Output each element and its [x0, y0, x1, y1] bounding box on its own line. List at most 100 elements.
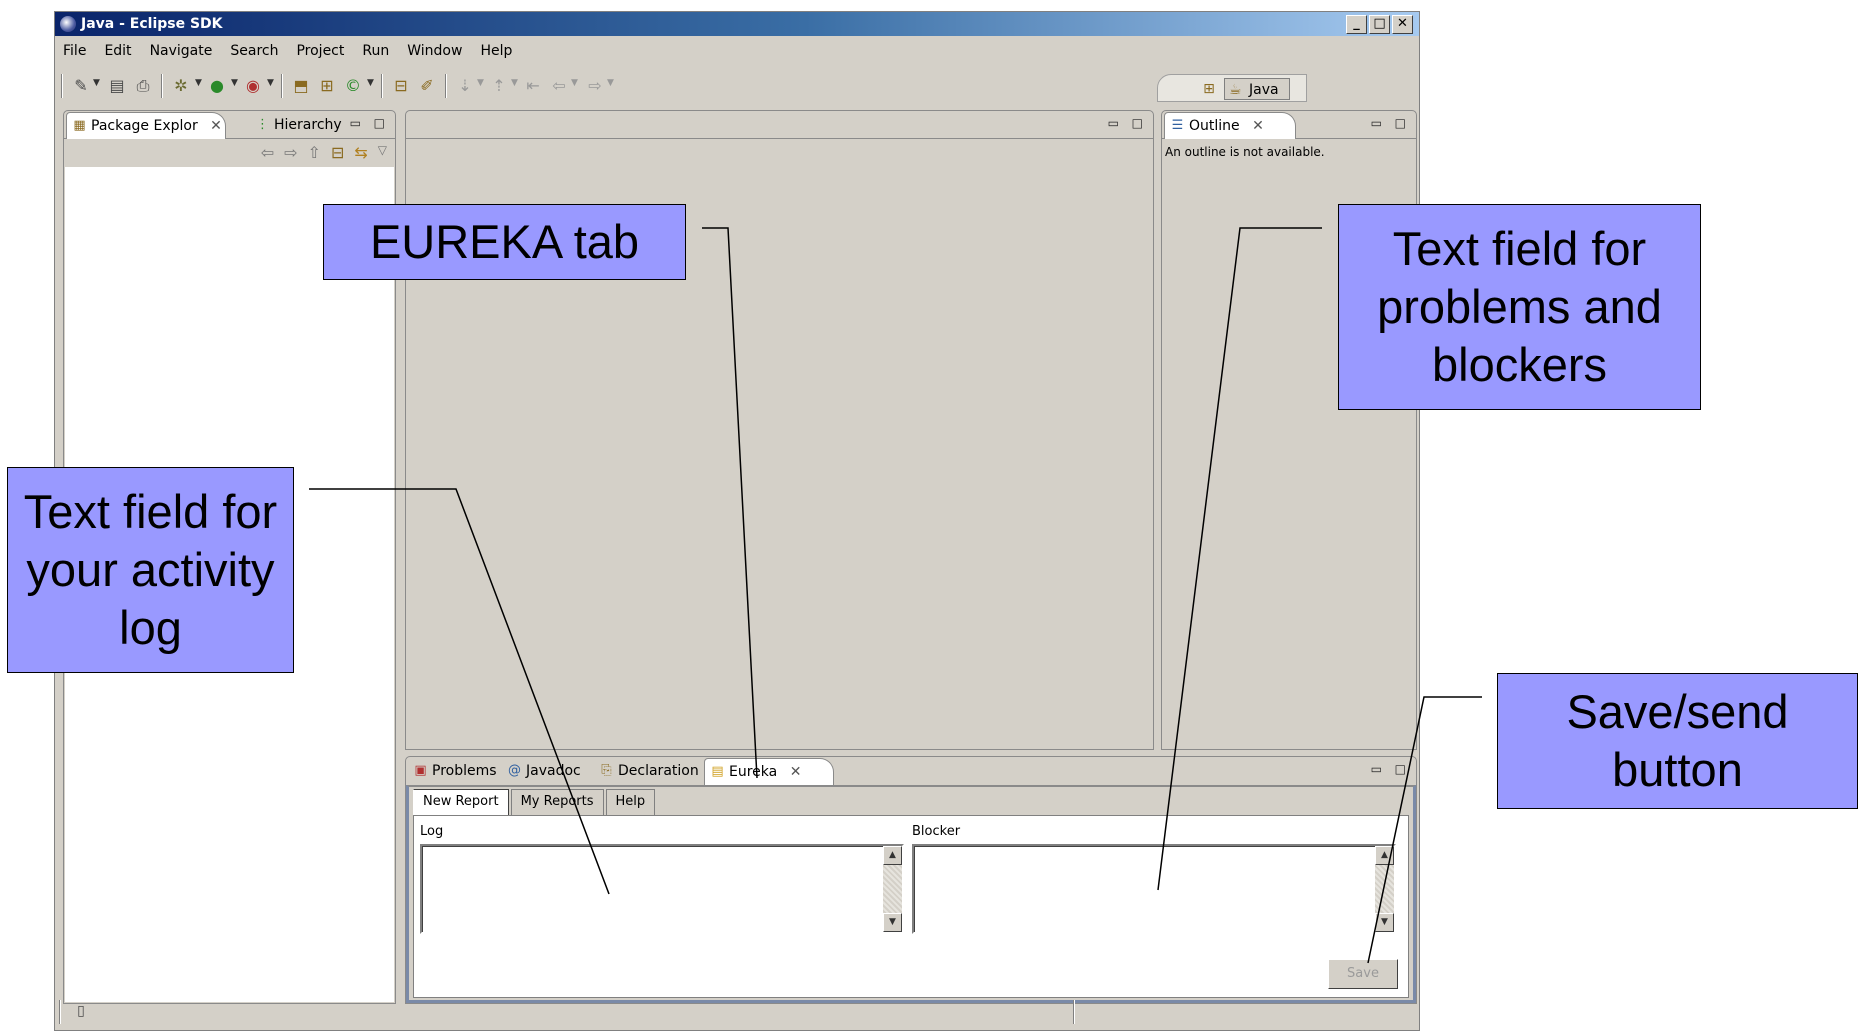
back-dropdown-icon[interactable]: ▼: [571, 78, 578, 88]
window-title: Java - Eclipse SDK: [81, 16, 223, 32]
java-perspective-button[interactable]: ☕ Java: [1224, 78, 1290, 100]
tab-hierarchy[interactable]: ⋮ Hierarchy: [250, 112, 348, 139]
callout-problems-field: Text field for problems and blockers: [1338, 204, 1701, 410]
subtab-my-reports[interactable]: My Reports: [510, 789, 604, 815]
status-separator: [59, 1000, 61, 1024]
subtab-help[interactable]: Help: [605, 789, 656, 815]
menu-edit[interactable]: Edit: [104, 43, 131, 59]
search-icon[interactable]: ✐: [417, 76, 437, 96]
toolbar-separator: [445, 74, 447, 98]
link-with-editor-icon[interactable]: ⇆: [354, 143, 367, 163]
minimize-icon[interactable]: ▭: [350, 116, 361, 130]
new-icon[interactable]: ✎: [71, 76, 91, 96]
forward-icon[interactable]: ⇨: [585, 76, 605, 96]
back-icon[interactable]: ⇦: [261, 143, 274, 163]
new-class-dropdown-icon[interactable]: ▼: [367, 78, 374, 88]
save-button[interactable]: Save: [1328, 959, 1398, 989]
collapse-all-icon[interactable]: ⊟: [331, 143, 344, 163]
last-edit-icon[interactable]: ⇤: [523, 76, 543, 96]
eureka-icon: ▤: [711, 764, 724, 779]
toolbar-separator: [281, 74, 283, 98]
view-menu-icon[interactable]: ▽: [378, 143, 387, 163]
close-icon[interactable]: ✕: [790, 764, 802, 780]
scroll-up-icon[interactable]: ▲: [883, 846, 902, 865]
debug-dropdown-icon[interactable]: ▼: [195, 78, 202, 88]
maximize-icon[interactable]: □: [374, 116, 385, 130]
print-icon[interactable]: ⎙: [133, 76, 153, 96]
scroll-down-icon[interactable]: ▼: [1375, 913, 1394, 932]
tab-package-explorer[interactable]: ▦ Package Explor ✕: [66, 112, 226, 139]
maximize-icon[interactable]: □: [1395, 116, 1406, 130]
debug-icon[interactable]: ✲: [171, 76, 191, 96]
blocker-label: Blocker: [912, 824, 961, 839]
next-annotation-dropdown-icon[interactable]: ▼: [477, 78, 484, 88]
previous-annotation-icon[interactable]: ⇡: [489, 76, 509, 96]
minimize-icon[interactable]: ▭: [1371, 116, 1382, 130]
forward-icon[interactable]: ⇨: [284, 143, 297, 163]
menu-file[interactable]: File: [63, 43, 86, 59]
close-window-button[interactable]: ✕: [1392, 15, 1413, 34]
tab-package-explorer-label: Package Explor: [91, 118, 198, 134]
close-icon[interactable]: ✕: [1252, 118, 1264, 134]
run-icon[interactable]: ●: [207, 76, 227, 96]
tab-eureka-label: Eureka: [729, 764, 778, 780]
previous-annotation-dropdown-icon[interactable]: ▼: [511, 78, 518, 88]
external-tools-icon[interactable]: ◉: [243, 76, 263, 96]
back-icon[interactable]: ⇦: [549, 76, 569, 96]
new-package-icon[interactable]: ⊞: [317, 76, 337, 96]
new-java-project-icon[interactable]: ⬒: [291, 76, 311, 96]
java-perspective-label: Java: [1249, 82, 1279, 98]
menu-project[interactable]: Project: [296, 43, 344, 59]
save-icon[interactable]: ▤: [107, 76, 127, 96]
forward-dropdown-icon[interactable]: ▼: [607, 78, 614, 88]
outline-message: An outline is not available.: [1165, 145, 1325, 159]
open-perspective-icon[interactable]: ⊞: [1198, 78, 1220, 100]
up-icon[interactable]: ⇧: [308, 143, 321, 163]
external-tools-dropdown-icon[interactable]: ▼: [267, 78, 274, 88]
problems-icon: ▣: [414, 763, 427, 778]
title-bar: Java - Eclipse SDK _ □ ✕: [55, 12, 1419, 36]
tab-problems[interactable]: ▣ Problems: [408, 758, 503, 785]
new-dropdown-icon[interactable]: ▼: [93, 78, 100, 88]
tab-outline[interactable]: ☰ Outline ✕: [1164, 112, 1296, 139]
menu-window[interactable]: Window: [407, 43, 462, 59]
bottom-panel: ▣ Problems @ Javadoc ⎘ Declaration ▤ Eur…: [405, 756, 1417, 1004]
eclipse-icon: [60, 16, 76, 32]
close-icon[interactable]: ✕: [210, 118, 222, 134]
run-dropdown-icon[interactable]: ▼: [231, 78, 238, 88]
callout-save-button: Save/send button: [1497, 673, 1858, 809]
open-type-icon[interactable]: ⊟: [391, 76, 411, 96]
fast-view-icon[interactable]: ▯: [71, 1001, 91, 1021]
minimize-window-button[interactable]: _: [1346, 15, 1367, 34]
toolbar-separator: [381, 74, 383, 98]
package-explorer-tabstrip: ▦ Package Explor ✕ ⋮ Hierarchy ▭ □: [64, 111, 395, 139]
blocker-field[interactable]: ▲ ▼: [912, 844, 1396, 934]
menu-navigate[interactable]: Navigate: [150, 43, 213, 59]
new-class-icon[interactable]: ©: [343, 76, 363, 96]
minimize-icon[interactable]: ▭: [1108, 116, 1119, 130]
log-field[interactable]: ▲ ▼: [420, 844, 904, 934]
next-annotation-icon[interactable]: ⇣: [455, 76, 475, 96]
eureka-view: New Report My Reports Help Log ▲ ▼ Block…: [406, 785, 1416, 1003]
tab-eureka[interactable]: ▤ Eureka ✕: [704, 758, 834, 785]
scroll-up-icon[interactable]: ▲: [1375, 846, 1394, 865]
scroll-down-icon[interactable]: ▼: [883, 913, 902, 932]
maximize-icon[interactable]: □: [1395, 762, 1406, 776]
subtab-new-report[interactable]: New Report: [413, 789, 509, 815]
outline-icon: ☰: [1171, 118, 1184, 133]
tab-hierarchy-label: Hierarchy: [274, 117, 342, 133]
log-label: Log: [420, 824, 444, 839]
log-scrollbar[interactable]: ▲ ▼: [883, 846, 902, 932]
maximize-window-button[interactable]: □: [1369, 15, 1390, 34]
minimize-icon[interactable]: ▭: [1371, 762, 1382, 776]
maximize-icon[interactable]: □: [1132, 116, 1143, 130]
status-separator: [1073, 1000, 1075, 1024]
tab-declaration[interactable]: ⎘ Declaration: [594, 758, 705, 785]
blocker-scrollbar[interactable]: ▲ ▼: [1375, 846, 1394, 932]
menu-help[interactable]: Help: [480, 43, 512, 59]
package-explorer-toolbar: ⇦ ⇨ ⇧ ⊟ ⇆ ▽: [261, 143, 387, 163]
menu-search[interactable]: Search: [230, 43, 278, 59]
menu-run[interactable]: Run: [362, 43, 389, 59]
tab-javadoc[interactable]: @ Javadoc: [502, 758, 587, 785]
status-bar: ▯: [55, 996, 1419, 1030]
